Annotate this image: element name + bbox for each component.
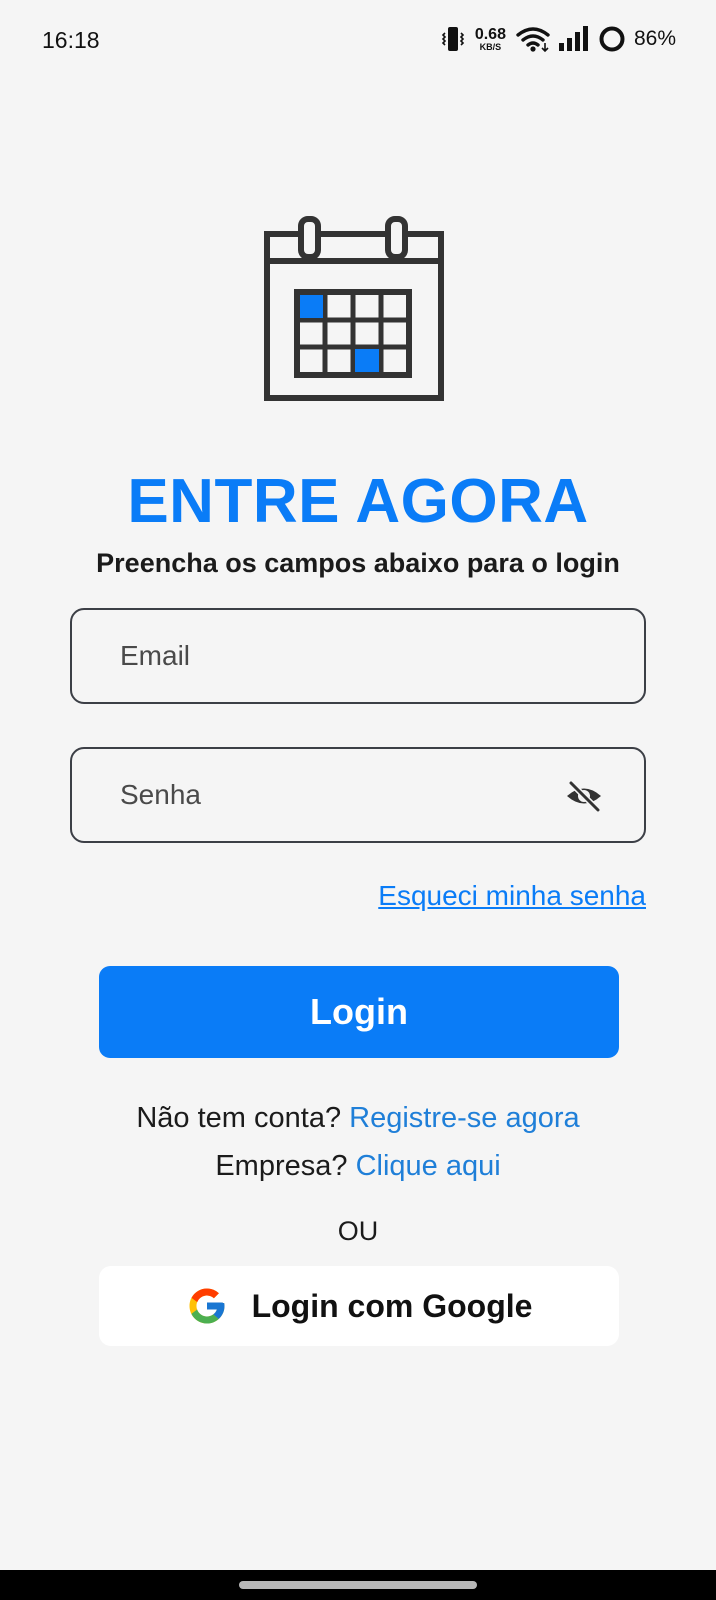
register-prompt: Não tem conta? <box>136 1102 350 1134</box>
vibrate-icon <box>441 27 464 51</box>
status-bar: 16:18 0.68 KB/S 86% <box>0 0 716 84</box>
battery-percent: 86% <box>633 27 676 50</box>
company-link[interactable]: Clique aqui <box>356 1150 501 1182</box>
register-line: Não tem conta? Registre-se agora <box>0 1102 716 1135</box>
password-input[interactable] <box>120 749 540 841</box>
google-icon <box>189 1288 225 1324</box>
or-divider: OU <box>337 1216 379 1246</box>
navigation-bar <box>0 1570 716 1600</box>
battery-ring-icon <box>599 26 625 52</box>
email-field[interactable] <box>70 608 646 704</box>
calendar-icon <box>264 216 444 401</box>
wifi-icon <box>516 27 550 53</box>
status-icons: 0.68 KB/S 86% <box>441 24 676 54</box>
home-gesture-handle[interactable] <box>239 1581 477 1589</box>
network-speed-value: 0.68 <box>474 25 506 43</box>
login-button[interactable]: Login <box>99 966 619 1058</box>
signal-icon <box>558 26 588 51</box>
network-speed: 0.68 KB/S <box>474 25 506 52</box>
eye-off-icon[interactable] <box>564 780 604 812</box>
email-input[interactable] <box>120 610 540 702</box>
google-login-button[interactable]: Login com Google <box>99 1266 619 1346</box>
password-field[interactable] <box>70 747 646 843</box>
page-title: ENTRE AGORA <box>127 467 589 536</box>
network-speed-unit: KB/S <box>479 41 502 52</box>
company-prompt: Empresa? <box>215 1150 356 1182</box>
forgot-password-link[interactable]: Esqueci minha senha <box>378 880 646 912</box>
register-link[interactable]: Registre-se agora <box>349 1102 580 1134</box>
company-line: Empresa? Clique aqui <box>0 1150 716 1183</box>
page-subtitle: Preencha os campos abaixo para o login <box>96 548 620 578</box>
google-login-label: Login com Google <box>251 1287 533 1324</box>
status-time: 16:18 <box>42 27 100 53</box>
